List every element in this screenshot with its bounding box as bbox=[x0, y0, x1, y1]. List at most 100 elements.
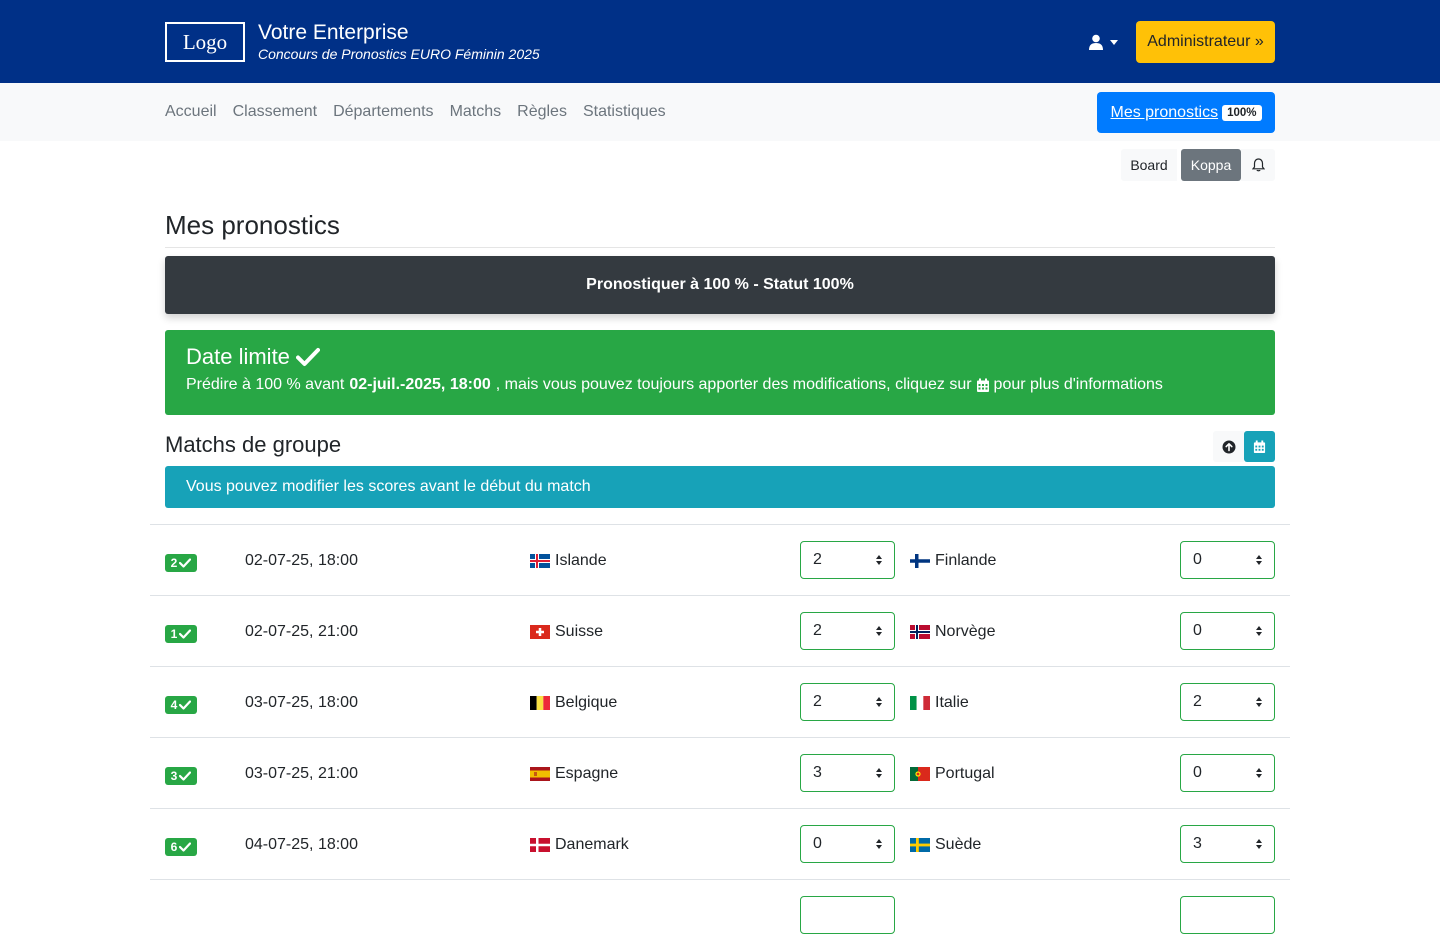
away-team-name: Portugal bbox=[935, 765, 995, 782]
view-toggle-group: Board Koppa bbox=[1121, 149, 1275, 181]
match-date: 04-07-25, 18:00 bbox=[245, 836, 358, 853]
home-team: Espagne bbox=[530, 765, 618, 783]
home-score-select[interactable] bbox=[800, 896, 895, 934]
deadline-suffix: , mais vous pouvez toujours apporter des… bbox=[495, 376, 972, 393]
flag-italy-icon bbox=[910, 696, 930, 710]
prediction-status-bar: Pronostiquer à 100 % - Statut 100% bbox=[165, 256, 1275, 314]
select-arrows-icon bbox=[876, 697, 882, 707]
away-team-name: Finlande bbox=[935, 552, 997, 569]
home-team: Danemark bbox=[530, 836, 629, 854]
group-stage-title: Matchs de groupe bbox=[165, 432, 342, 457]
match-row: 4 03-07-25, 18:00 Belgique 2 Italie 2 bbox=[150, 666, 1290, 737]
home-team: Belgique bbox=[530, 694, 617, 712]
away-score-select[interactable]: 0 bbox=[1180, 612, 1275, 650]
match-date: 03-07-25, 21:00 bbox=[245, 765, 358, 782]
deadline-prefix: Prédire à 100 % avant bbox=[186, 376, 345, 393]
match-date: 02-07-25, 21:00 bbox=[245, 623, 358, 640]
check-icon bbox=[179, 771, 192, 781]
bell-icon bbox=[1251, 158, 1265, 172]
home-team: Islande bbox=[530, 552, 607, 570]
flag-denmark-icon bbox=[530, 838, 550, 852]
match-row-partial bbox=[150, 879, 1290, 950]
nav-statistics[interactable]: Statistiques bbox=[583, 103, 666, 121]
select-arrows-icon bbox=[1256, 768, 1262, 778]
logo[interactable]: Logo bbox=[165, 22, 245, 62]
flag-sweden-icon bbox=[910, 838, 930, 852]
home-team-name: Belgique bbox=[555, 694, 618, 711]
away-team: Italie bbox=[910, 694, 969, 712]
match-date: 03-07-25, 18:00 bbox=[245, 694, 358, 711]
contest-subtitle: Concours de Pronostics EURO Féminin 2025 bbox=[258, 46, 540, 62]
check-icon bbox=[179, 700, 192, 710]
select-arrows-icon bbox=[876, 626, 882, 636]
select-arrows-icon bbox=[876, 768, 882, 778]
deadline-title: Date limite bbox=[186, 344, 290, 369]
away-team: Finlande bbox=[910, 552, 996, 570]
away-team: Portugal bbox=[910, 765, 995, 783]
select-arrows-icon bbox=[1256, 626, 1262, 636]
flag-portugal-icon bbox=[910, 767, 930, 781]
nav-matches[interactable]: Matchs bbox=[450, 103, 502, 121]
match-badge: 2 bbox=[165, 554, 197, 572]
match-row: 6 04-07-25, 18:00 Danemark 0 Suède 3 bbox=[150, 808, 1290, 879]
my-predictions-button[interactable]: Mes pronostics 100% bbox=[1097, 92, 1275, 133]
board-button[interactable]: Board bbox=[1121, 149, 1177, 181]
match-date: 02-07-25, 18:00 bbox=[245, 552, 358, 569]
deadline-alert: Date limite Prédire à 100 % avant 02-jui… bbox=[165, 330, 1275, 415]
match-badge: 4 bbox=[165, 696, 197, 714]
flag-finland-icon bbox=[910, 554, 930, 568]
match-row: 3 03-07-25, 21:00 Espagne 3 Portugal 0 bbox=[150, 737, 1290, 808]
calendar-button[interactable] bbox=[1244, 431, 1275, 462]
select-arrows-icon bbox=[876, 839, 882, 849]
home-team-name: Suisse bbox=[555, 623, 604, 640]
flag-norway-icon bbox=[910, 625, 930, 639]
away-team-name: Italie bbox=[935, 694, 969, 711]
arrow-up-circle-icon bbox=[1222, 440, 1235, 453]
chevron-down-icon bbox=[1110, 39, 1118, 45]
away-score-select[interactable]: 2 bbox=[1180, 683, 1275, 721]
page-title: Mes pronostics bbox=[165, 210, 340, 240]
home-score-select[interactable]: 2 bbox=[800, 541, 895, 579]
completion-badge: 100% bbox=[1222, 104, 1262, 121]
deadline-date: 02-juil.-2025, 18:00 bbox=[349, 376, 491, 393]
check-icon bbox=[179, 558, 192, 568]
home-score-select[interactable]: 0 bbox=[800, 825, 895, 863]
select-arrows-icon bbox=[876, 555, 882, 565]
check-icon bbox=[295, 348, 320, 366]
calendar-icon bbox=[1253, 440, 1266, 453]
match-badge: 6 bbox=[165, 838, 197, 856]
deadline-end: pour plus d'informations bbox=[993, 376, 1163, 393]
koppa-button[interactable]: Koppa bbox=[1181, 149, 1241, 181]
away-score-select[interactable] bbox=[1180, 896, 1275, 934]
away-team-name: Suède bbox=[935, 836, 982, 853]
flag-belgium-icon bbox=[530, 696, 550, 710]
match-row: 2 02-07-25, 18:00 Islande 2 Finlande 0 bbox=[150, 524, 1290, 595]
nav-rules[interactable]: Règles bbox=[517, 103, 567, 121]
nav-home[interactable]: Accueil bbox=[165, 103, 217, 121]
away-team: Norvège bbox=[910, 623, 995, 641]
my-predictions-label: Mes pronostics bbox=[1110, 103, 1219, 121]
away-score-select[interactable]: 3 bbox=[1180, 825, 1275, 863]
home-score-select[interactable]: 2 bbox=[800, 612, 895, 650]
home-score-select[interactable]: 3 bbox=[800, 754, 895, 792]
administrator-button[interactable]: Administrateur » bbox=[1136, 21, 1275, 63]
brand: Votre Enterprise Concours de Pronostics … bbox=[258, 21, 540, 62]
nav-departments[interactable]: Départements bbox=[333, 103, 434, 121]
match-badge: 1 bbox=[165, 625, 197, 643]
group-tools bbox=[1213, 431, 1275, 462]
match-list: 2 02-07-25, 18:00 Islande 2 Finlande 0 1… bbox=[150, 524, 1290, 950]
user-menu-toggle[interactable] bbox=[1088, 32, 1124, 52]
home-team: Suisse bbox=[530, 623, 603, 641]
scroll-top-button[interactable] bbox=[1213, 431, 1244, 462]
calendar-icon[interactable] bbox=[976, 378, 990, 393]
away-team-name: Norvège bbox=[935, 623, 996, 640]
home-score-select[interactable]: 2 bbox=[800, 683, 895, 721]
notifications-button[interactable] bbox=[1241, 149, 1275, 181]
info-alert: Vous pouvez modifier les scores avant le… bbox=[165, 466, 1275, 508]
away-score-select[interactable]: 0 bbox=[1180, 541, 1275, 579]
away-score-select[interactable]: 0 bbox=[1180, 754, 1275, 792]
select-arrows-icon bbox=[1256, 839, 1262, 849]
match-badge: 3 bbox=[165, 767, 197, 785]
flag-switzerland-icon bbox=[530, 625, 550, 639]
nav-ranking[interactable]: Classement bbox=[233, 103, 317, 121]
